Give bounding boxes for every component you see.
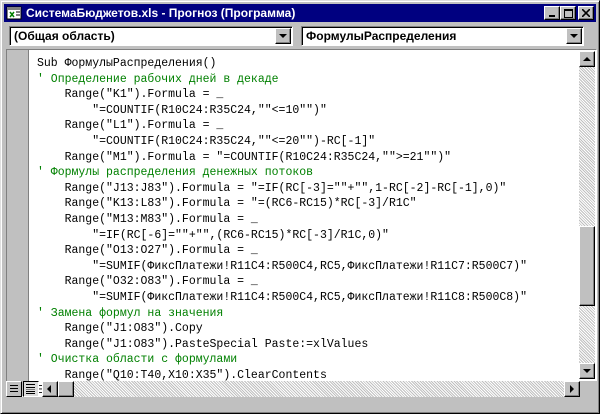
- maximize-button[interactable]: [560, 6, 576, 20]
- arrow-down-icon: [583, 369, 591, 373]
- code-line[interactable]: Range("O32:O83").Formula = _: [37, 274, 527, 290]
- vertical-scroll-thumb[interactable]: [579, 226, 595, 306]
- chevron-down-icon: [570, 34, 578, 38]
- arrow-up-icon: [583, 57, 591, 61]
- code-line[interactable]: Range("M1").Formula = "=COUNTIF(R10C24:R…: [37, 150, 527, 166]
- code-line[interactable]: Range("J1:O83").Copy: [37, 321, 527, 337]
- code-line-text: "=SUMIF(ФиксПлатежи!R11C4:R500C4,RC5,Фик…: [37, 259, 527, 273]
- procedure-combo[interactable]: ФормулыРаспределения: [301, 26, 584, 46]
- code-line-text: ' Замена формул на значения: [37, 306, 224, 320]
- horizontal-scroll-thumb[interactable]: [58, 381, 74, 397]
- code-comment-line[interactable]: ' Очистка области с формулами: [37, 352, 527, 368]
- code-line-text: "=COUNTIF(R10C24:R35C24,""<=20"")-RC[-1]…: [37, 134, 376, 148]
- maximize-icon: [563, 8, 573, 18]
- code-line[interactable]: Range("K1").Formula = _: [37, 87, 527, 103]
- full-module-view-icon: [26, 384, 35, 394]
- procedure-combo-dropdown-button[interactable]: [566, 28, 582, 44]
- code-line[interactable]: Range("K13:L83").Formula = "=(RC6-RC15)*…: [37, 196, 527, 212]
- chevron-down-icon: [279, 34, 287, 38]
- code-line[interactable]: "=SUMIF(ФиксПлатежи!R11C4:R500C4,RC5,Фик…: [37, 259, 527, 275]
- code-line[interactable]: Sub ФормулыРаспределения(): [37, 56, 527, 72]
- size-grip[interactable]: [580, 381, 597, 397]
- code-line-text: Range("K1").Formula = _: [37, 88, 224, 102]
- code-line-text: Range("Q10:T40,X10:X35").ClearContents: [37, 368, 327, 382]
- margin-indicator-bar[interactable]: [7, 50, 29, 396]
- scroll-right-button[interactable]: [564, 381, 580, 397]
- code-comment-line[interactable]: ' Замена формул на значения: [37, 306, 527, 322]
- code-line-text: ' Формулы распределения денежных потоков: [37, 166, 314, 180]
- close-icon: [582, 9, 590, 17]
- code-line[interactable]: "=IF(RC[-6]=""+"",(RC6-RC15)*RC[-3]/R1C,…: [37, 228, 527, 244]
- code-line-text: Range("M1").Formula = "=COUNTIF(R10C24:R…: [37, 150, 452, 164]
- code-line[interactable]: "=COUNTIF(R10C24:R35C24,""<=20"")-RC[-1]…: [37, 134, 527, 150]
- code-line[interactable]: Range("J1:O83").PasteSpecial Paste:=xlVa…: [37, 337, 527, 353]
- object-combo-dropdown-button[interactable]: [275, 28, 291, 44]
- title-bar[interactable]: СистемаБюджетов.xls - Прогноз (Программа…: [4, 4, 596, 22]
- minimize-icon: [549, 15, 555, 17]
- code-line-text: Range("J13:J83").Formula = "=IF(RC[-3]="…: [37, 181, 507, 195]
- code-line-text: ' Определение рабочих дней в декаде: [37, 72, 279, 86]
- excel-icon: [6, 6, 22, 20]
- scroll-left-button[interactable]: [42, 381, 58, 397]
- vertical-scrollbar[interactable]: [579, 51, 595, 379]
- code-line-text: ' Очистка области с формулами: [37, 353, 238, 367]
- vba-code-window: СистемаБюджетов.xls - Прогноз (Программа…: [0, 0, 600, 414]
- code-line-text: "=COUNTIF(R10C24:R35C24,""<=10"")": [37, 103, 327, 117]
- full-module-view-button[interactable]: [23, 381, 39, 397]
- code-line-text: Sub ФормулыРаспределения(): [37, 57, 217, 70]
- code-line-text: Range("M13:M83").Formula = _: [37, 212, 258, 226]
- object-combo[interactable]: (Общая область): [9, 26, 293, 46]
- code-line-text: Range("O32:O83").Formula = _: [37, 275, 258, 289]
- bottom-bar: [6, 381, 597, 397]
- code-line-text: Range("L1").Formula = _: [37, 119, 224, 133]
- code-line-text: Range("K13:L83").Formula = "=(RC6-RC15)*…: [37, 197, 417, 211]
- horizontal-scrollbar[interactable]: [42, 381, 580, 397]
- close-button[interactable]: [578, 6, 594, 20]
- procedure-view-icon: [10, 385, 18, 392]
- arrow-right-icon: [570, 385, 574, 393]
- code-line[interactable]: Range("L1").Formula = _: [37, 118, 527, 134]
- code-line[interactable]: Range("J13:J83").Formula = "=IF(RC[-3]="…: [37, 181, 527, 197]
- code-line[interactable]: Range("M13:M83").Formula = _: [37, 212, 527, 228]
- object-combo-value: (Общая область): [14, 29, 115, 43]
- code-comment-line[interactable]: ' Определение рабочих дней в декаде: [37, 72, 527, 88]
- code-line[interactable]: "=SUMIF(ФиксПлатежи!R11C4:R500C4,RC5,Фик…: [37, 290, 527, 306]
- code-line-text: Range("J1:O83").Copy: [37, 322, 203, 336]
- procedure-combo-value: ФормулыРаспределения: [306, 29, 457, 43]
- code-line-text: "=SUMIF(ФиксПлатежи!R11C4:R500C4,RC5,Фик…: [37, 290, 527, 304]
- scroll-down-button[interactable]: [579, 363, 595, 379]
- procedure-view-button[interactable]: [6, 381, 22, 397]
- code-line-text: "=IF(RC[-6]=""+"",(RC6-RC15)*RC[-3]/R1C,…: [37, 228, 389, 242]
- code-editor[interactable]: Sub ФормулыРаспределения() ' Определение …: [6, 49, 597, 397]
- minimize-button[interactable]: [544, 6, 560, 20]
- window-title: СистемаБюджетов.xls - Прогноз (Программа…: [26, 6, 296, 20]
- code-line[interactable]: Range("O13:O27").Formula = _: [37, 243, 527, 259]
- code-line-text: Range("J1:O83").PasteSpecial Paste:=xlVa…: [37, 337, 369, 351]
- arrow-left-icon: [47, 385, 51, 393]
- code-line-text: Range("O13:O27").Formula = _: [37, 244, 258, 258]
- code-comment-line[interactable]: ' Формулы распределения денежных потоков: [37, 165, 527, 181]
- code-line[interactable]: "=COUNTIF(R10C24:R35C24,""<=10"")": [37, 103, 527, 119]
- code-text[interactable]: Sub ФормулыРаспределения() ' Определение …: [37, 56, 527, 399]
- scroll-up-button[interactable]: [579, 51, 595, 67]
